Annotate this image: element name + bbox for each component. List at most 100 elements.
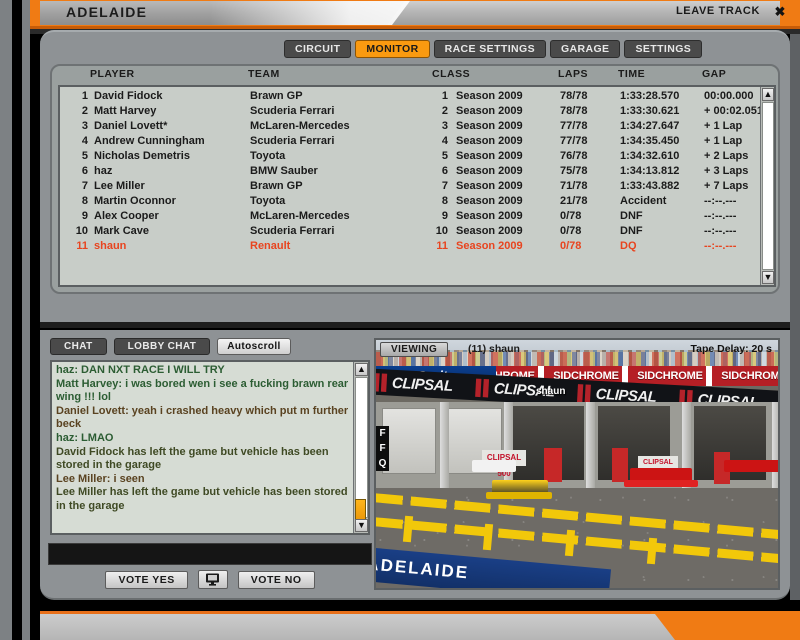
chat-scroll-down-icon[interactable]: ▼ — [355, 519, 368, 532]
vote-bar: VOTE YES VOTE NO — [50, 570, 370, 589]
clipsal-banner: CLIPSAL — [374, 373, 465, 395]
cell-class: Season 2009 — [456, 240, 523, 252]
cell-laps: 76/78 — [560, 150, 588, 162]
table-row[interactable]: 2Matt HarveyScuderia Ferrari2Season 2009… — [60, 105, 774, 120]
column-header-gap: GAP — [702, 68, 726, 80]
cell-gap: --:--.--- — [704, 225, 736, 237]
cell-laps: 0/78 — [560, 210, 581, 222]
chat-message: haz: DAN NXT RACE I WILL TRY — [56, 364, 351, 378]
table-row[interactable]: 5Nicholas DemetrisToyota5Season 200976/7… — [60, 150, 774, 165]
viewing-button[interactable]: VIEWING — [380, 342, 448, 357]
results-rows: 1David FidockBrawn GP1Season 200978/781:… — [60, 90, 774, 255]
cell-class-number: 3 — [434, 120, 448, 132]
cell-time: 1:33:30.621 — [620, 105, 679, 117]
tab-monitor[interactable]: MONITOR — [355, 40, 429, 58]
chat-message: Lee Miller: i seen — [56, 473, 351, 487]
cell-time: 1:33:43.882 — [620, 180, 679, 192]
garage-pillar — [440, 402, 449, 498]
chat-message: Lee Miller has left the game but vehicle… — [56, 486, 351, 513]
trackside-board-text: ADELAIDE — [374, 554, 470, 583]
cell-position: 5 — [68, 150, 88, 162]
cell-position: 2 — [68, 105, 88, 117]
monitor-icon[interactable] — [198, 570, 228, 589]
car-white — [472, 460, 516, 472]
scroll-up-icon[interactable]: ▲ — [762, 88, 774, 101]
cell-time: 1:34:35.450 — [620, 135, 679, 147]
window-edge-left-outer — [0, 0, 12, 640]
scroll-down-icon[interactable]: ▼ — [762, 271, 774, 284]
cell-team: McLaren-Mercedes — [250, 120, 350, 132]
cell-laps: 75/78 — [560, 165, 588, 177]
chat-scroll-up-icon[interactable]: ▲ — [355, 363, 368, 376]
column-header-player: PLAYER — [90, 68, 135, 80]
table-row[interactable]: 8Martin OconnorToyota8Season 200921/78Ac… — [60, 195, 774, 210]
video-feed[interactable]: SIDCHROMESIDCHROMESIDCHROMESIDCHROMESIDC… — [374, 338, 780, 590]
results-scrollbar-track[interactable] — [762, 102, 774, 270]
table-row[interactable]: 4Andrew CunninghamScuderia Ferrari4Seaso… — [60, 135, 774, 150]
column-header-laps: LAPS — [558, 68, 588, 80]
cell-team: Scuderia Ferrari — [250, 105, 334, 117]
cell-class: Season 2009 — [456, 210, 523, 222]
column-header-team: TEAM — [248, 68, 280, 80]
results-header-row: PLAYER TEAM CLASS LAPS TIME GAP — [52, 68, 778, 84]
chat-log[interactable]: haz: DAN NXT RACE I WILL TRYMatt Harvey:… — [50, 360, 370, 535]
autoscroll-toggle[interactable]: Autoscroll — [217, 338, 290, 355]
sidchrome-banner: SIDCHROME — [628, 370, 712, 382]
cell-position: 9 — [68, 210, 88, 222]
window-edge-left-inner — [22, 0, 30, 640]
table-row[interactable]: 10Mark CaveScuderia Ferrari10Season 2009… — [60, 225, 774, 240]
cell-class: Season 2009 — [456, 90, 523, 102]
cell-time: Accident — [620, 195, 666, 207]
table-row[interactable]: 3Daniel Lovett*McLaren-Mercedes3Season 2… — [60, 120, 774, 135]
cell-class-number: 4 — [434, 135, 448, 147]
cell-team: Toyota — [250, 195, 285, 207]
tab-bar: CIRCUITMONITOR RACE SETTINGSGARAGESETTING… — [284, 40, 702, 58]
table-row[interactable]: 9Alex CooperMcLaren-Mercedes9Season 2009… — [60, 210, 774, 225]
tab-lobby-chat[interactable]: LOBBY CHAT — [114, 338, 211, 355]
cell-class: Season 2009 — [456, 105, 523, 117]
results-scrollbar[interactable]: ▲ ▼ — [760, 87, 774, 285]
table-row[interactable]: 7Lee MillerBrawn GP7Season 200971/781:33… — [60, 180, 774, 195]
cell-laps: 78/78 — [560, 90, 588, 102]
window-edge-left-black — [12, 0, 22, 640]
chat-scrollbar-track[interactable] — [355, 377, 368, 518]
leave-track-button[interactable]: LEAVE TRACK — [676, 5, 760, 17]
cell-player: Martin Oconnor — [94, 195, 176, 207]
video-overlay-bar: VIEWING (11) shaun Tape Delay: 20 s — [376, 340, 778, 358]
table-row[interactable]: 6hazBMW Sauber6Season 200975/781:34:13.8… — [60, 165, 774, 180]
cell-team: BMW Sauber — [250, 165, 318, 177]
table-row[interactable]: 11shaunRenault11Season 20090/78DQ--:--.-… — [60, 240, 774, 255]
cell-class-number: 2 — [434, 105, 448, 117]
table-row[interactable]: 1David FidockBrawn GP1Season 200978/781:… — [60, 90, 774, 105]
chat-and-video-panel: CHAT LOBBY CHAT Autoscroll haz: DAN NXT … — [40, 330, 790, 600]
cell-time: DNF — [620, 225, 643, 237]
chat-scrollbar[interactable]: ▲ ▼ — [353, 362, 368, 533]
vote-no-button[interactable]: VOTE NO — [238, 571, 315, 589]
cell-class: Season 2009 — [456, 180, 523, 192]
cell-class-number: 6 — [434, 165, 448, 177]
vote-yes-button[interactable]: VOTE YES — [105, 571, 187, 589]
flag-indicator: Q — [376, 456, 389, 471]
cell-laps: 77/78 — [560, 120, 588, 132]
tab-garage[interactable]: GARAGE — [550, 40, 621, 58]
cell-class: Season 2009 — [456, 165, 523, 177]
close-icon[interactable]: ✖ — [772, 4, 788, 20]
garage-pillar — [772, 402, 780, 498]
column-header-time: TIME — [618, 68, 645, 80]
cell-gap: + 2 Laps — [704, 150, 748, 162]
cell-laps: 77/78 — [560, 135, 588, 147]
cell-player: haz — [94, 165, 112, 177]
cell-player: Daniel Lovett* — [94, 120, 167, 132]
cell-laps: 71/78 — [560, 180, 588, 192]
cell-class-number: 1 — [434, 90, 448, 102]
chat-input[interactable] — [48, 543, 372, 565]
tab-circuit[interactable]: CIRCUIT — [284, 40, 351, 58]
tab-settings[interactable]: SETTINGS — [624, 40, 702, 58]
column-header-class: CLASS — [432, 68, 470, 80]
cell-time: 1:34:27.647 — [620, 120, 679, 132]
tab-chat[interactable]: CHAT — [50, 338, 107, 355]
chat-message: David Fidock has left the game but vehic… — [56, 446, 351, 473]
tab-race-settings[interactable]: RACE SETTINGS — [434, 40, 546, 58]
title-bar: ADELAIDE LEAVE TRACK ✖ — [30, 0, 800, 26]
cell-laps: 0/78 — [560, 225, 581, 237]
